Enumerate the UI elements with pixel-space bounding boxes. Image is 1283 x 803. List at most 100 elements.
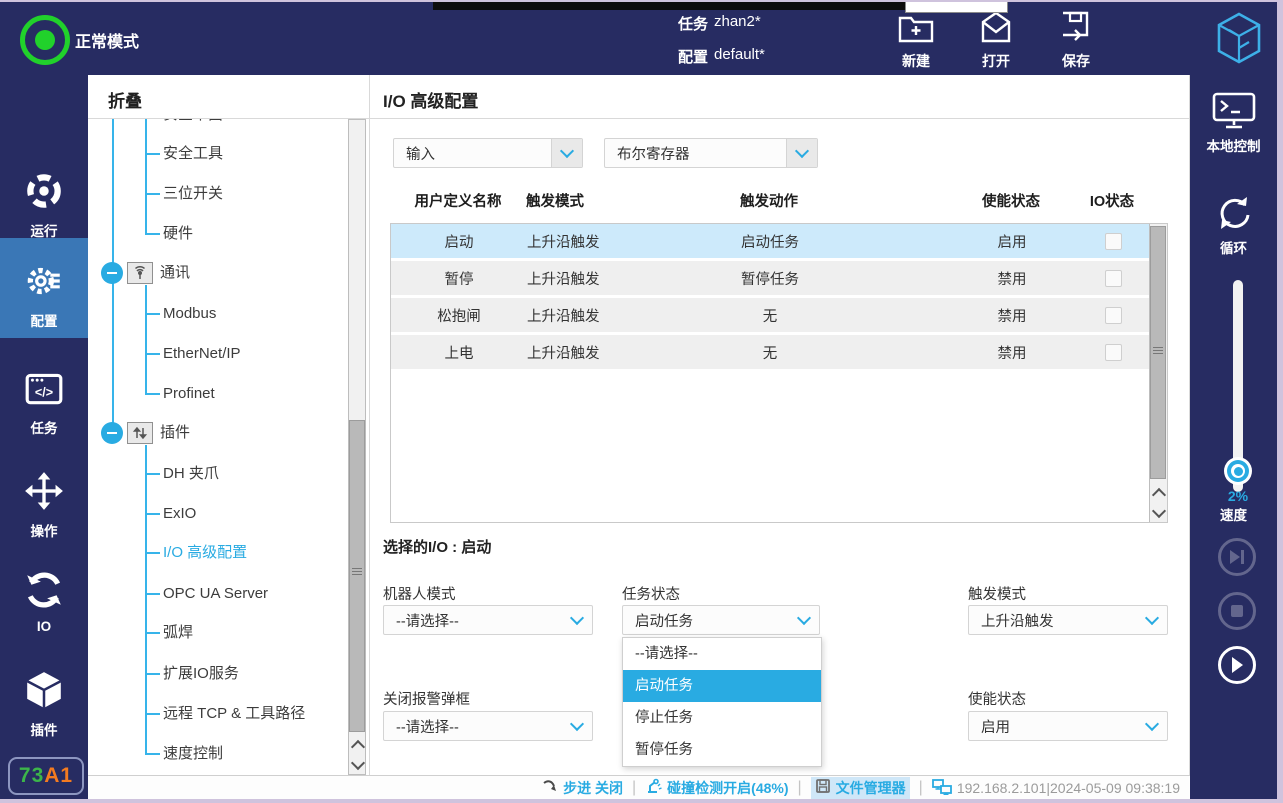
io-state-checkbox[interactable] [1105,270,1122,287]
tree-item-profinet[interactable]: Profinet [163,384,215,404]
open-file-icon [977,31,1015,48]
io-cycle-icon [23,598,65,615]
chevron-down-icon [786,139,817,167]
table-scrollbar[interactable] [1149,224,1167,522]
config-value: default* [714,46,765,63]
tree-item-arc-welding[interactable]: 弧焊 [163,623,193,643]
chevron-down-icon [562,712,592,740]
tree-item-modbus[interactable]: Modbus [163,304,216,324]
tree-item-io-advanced-config[interactable]: I/O 高级配置 [163,543,247,563]
nav-item-plugin[interactable]: 插件 [0,669,88,739]
tree-collapse-button[interactable]: 折叠 [108,87,142,112]
chevron-down-icon [789,606,819,634]
io-table: 启动 上升沿触发 启动任务 启用 暂停 上升沿触发 暂停任务 禁用 松抱闸 上升… [390,223,1168,523]
step-arrow-icon [542,779,558,797]
io-state-checkbox[interactable] [1105,307,1122,324]
enable-state-select[interactable]: 启用 [968,711,1168,741]
nav-item-config[interactable]: 配置 [0,260,88,330]
selected-io-label: 选择的I/O : 启动 [383,536,491,557]
config-label: 配置 [678,46,708,67]
save-button[interactable]: 保存 [1041,10,1111,71]
table-row-pause[interactable]: 暂停 上升沿触发 暂停任务 禁用 [391,261,1150,295]
tree-item-ethernet-ip[interactable]: EtherNet/IP [163,344,241,364]
status-bar: 步进 关闭 | 碰撞检测开启(48%) | 文件管理器 | 192.168.2.… [88,775,1190,799]
close-alarm-select[interactable]: --请选择-- [383,711,593,741]
speed-label: 速度 [1190,504,1277,524]
tree-collapse-icon[interactable] [101,422,123,444]
io-state-checkbox[interactable] [1105,233,1122,250]
dropdown-option-selected[interactable]: 启动任务 [623,670,821,702]
trigger-mode-label: 触发模式 [968,583,1026,604]
tree-item-clipped[interactable]: 安全平面 [163,119,223,125]
speed-slider-knob[interactable] [1224,457,1252,485]
loop-label: 循环 [1190,237,1277,257]
tree-item-safety-tool[interactable]: 安全工具 [163,144,223,164]
tree-item-extended-io-service[interactable]: 扩展IO服务 [163,664,239,684]
file-manager-icon [815,778,831,797]
tree-item-remote-tcp-tool-path[interactable]: 远程 TCP & 工具路径 [163,704,305,724]
register-type-select[interactable]: 布尔寄存器 [604,138,818,168]
scroll-down-icon[interactable] [351,756,365,770]
svg-text:</>: </> [35,385,53,399]
step-mode-status[interactable]: 步进 关闭 [542,778,623,798]
window-edge [0,799,1283,803]
gear-icon [23,289,65,306]
file-manager-button[interactable]: 文件管理器 [811,777,910,799]
nav-item-run[interactable]: 运行 [0,170,88,240]
tree-collapse-icon[interactable] [101,262,123,284]
dropdown-option[interactable]: 停止任务 [623,702,821,734]
tree-item-opc-ua-server[interactable]: OPC UA Server [163,584,268,604]
nav-item-task[interactable]: </> 任务 [0,367,88,437]
mode-label: 正常模式 [75,28,139,52]
divider [370,118,1189,119]
tree-item-plugins[interactable]: 插件 [160,423,190,443]
move-arrows-icon [23,499,65,516]
table-row-start[interactable]: 启动 上升沿触发 启动任务 启用 [391,224,1150,258]
open-button[interactable]: 打开 [961,10,1031,71]
table-row-release-brake[interactable]: 松抱闸 上升沿触发 无 禁用 [391,298,1150,332]
window-edge [0,0,1283,2]
tree-item-hardware[interactable]: 硬件 [163,224,193,244]
tree-item-speed-control[interactable]: 速度控制 [163,744,223,764]
stop-button[interactable] [1218,592,1256,630]
tree-item-three-position-switch[interactable]: 三位开关 [163,184,223,204]
io-state-checkbox[interactable] [1105,344,1122,361]
table-header: 用户定义名称 触发模式 触发动作 使能状态 IO状态 [390,183,1150,217]
page-title: I/O 高级配置 [383,87,478,112]
network-status: 192.168.2.101|2024-05-09 09:38:19 [932,778,1180,798]
close-alarm-label: 关闭报警弹框 [383,688,470,709]
tree-item-dh-gripper[interactable]: DH 夹爪 [163,464,219,484]
chevron-down-icon [562,606,592,634]
app-logo-icon [1213,10,1265,71]
collision-detection-status[interactable]: 碰撞检测开启(48%) [645,778,788,798]
plugin-arrows-icon [127,422,153,444]
scroll-up-icon[interactable] [1152,488,1166,502]
tree-scrollbar[interactable] [348,119,366,775]
robot-mode-label: 机器人模式 [383,583,456,604]
scroll-down-icon[interactable] [1152,504,1166,518]
trigger-mode-select[interactable]: 上升沿触发 [968,605,1168,635]
new-button[interactable]: 新建 [881,10,951,71]
io-direction-select[interactable]: 输入 [393,138,583,168]
save-disk-icon [1057,31,1095,48]
tree-item-communication[interactable]: 通讯 [160,263,190,283]
dropdown-option[interactable]: 暂停任务 [623,734,821,766]
loop-icon[interactable] [1214,193,1254,238]
nav-item-io[interactable]: IO [0,569,88,634]
robot-mode-select[interactable]: --请选择-- [383,605,593,635]
network-monitors-icon [932,778,952,798]
task-state-select[interactable]: 启动任务 [622,605,820,635]
scroll-up-icon[interactable] [351,740,365,754]
comm-antenna-icon [127,262,153,284]
run-target-icon [23,199,65,216]
dropdown-option[interactable]: --请选择-- [623,638,821,670]
new-folder-icon [897,31,935,48]
table-row-power-on[interactable]: 上电 上升沿触发 无 禁用 [391,335,1150,369]
step-forward-button[interactable] [1218,538,1256,576]
nav-item-operate[interactable]: 操作 [0,470,88,540]
play-button[interactable] [1218,646,1256,684]
left-nav: 运行 配置 </> 任务 操作 IO 插件 73A1 [0,75,88,799]
tree-item-exio[interactable]: ExIO [163,504,196,524]
task-state-label: 任务状态 [622,583,680,604]
local-control-icon[interactable] [1211,91,1257,136]
